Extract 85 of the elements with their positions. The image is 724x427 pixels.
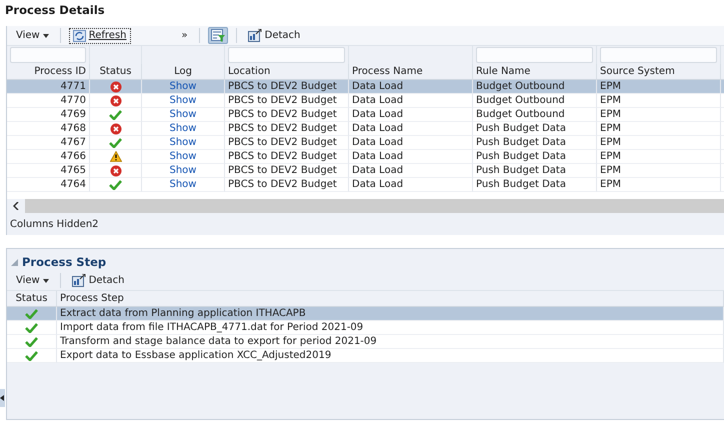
table-cell: 4765 (60, 165, 86, 176)
table-cell: Import data from file ITHACAPB_4771.dat for Period 2021-09 (60, 322, 364, 333)
column-header[interactable]: Log (142, 64, 225, 80)
triangle-left-icon (0, 395, 4, 401)
panel-title: Process Details (4, 2, 106, 19)
table-cell: Push Budget Data (476, 165, 566, 176)
table-cell: Push Budget Data (476, 151, 566, 162)
table-cell: 4766 (60, 151, 86, 162)
table-cell: Budget Outbound (476, 95, 565, 106)
filter-field[interactable] (10, 47, 86, 63)
table-cell: PBCS to DEV2 Budget (228, 95, 337, 106)
show-log-link[interactable]: Show (170, 151, 196, 162)
filter-field[interactable] (476, 47, 593, 63)
table-cell: Budget Outbound (476, 81, 565, 92)
column-header[interactable]: Rule Name (473, 64, 597, 80)
table-cell: Push Budget Data (476, 179, 566, 190)
table-cell: EPM (600, 137, 621, 148)
table-cell: EPM (600, 165, 621, 176)
filter-field[interactable] (228, 47, 345, 63)
table-cell: 4767 (60, 137, 86, 148)
column-header[interactable]: Status (7, 291, 57, 307)
detach-button[interactable]: Detach (244, 28, 304, 43)
table-cell: EPM (600, 109, 621, 120)
table-cell: EPM (600, 95, 621, 106)
table-cell: PBCS to DEV2 Budget (228, 109, 337, 120)
table-cell: Data Load (352, 137, 404, 148)
table-cell: Data Load (352, 95, 404, 106)
table-cell: Data Load (352, 109, 404, 120)
table-cell: Push Budget Data (476, 123, 566, 134)
table-cell: 4771 (60, 81, 86, 92)
table-cell: Data Load (352, 151, 404, 162)
splitter-handle[interactable] (0, 389, 5, 407)
table-cell: PBCS to DEV2 Budget (228, 81, 337, 92)
detach-icon (248, 29, 262, 42)
table-cell: EPM (600, 179, 621, 190)
table-cell: EPM (600, 151, 621, 162)
filter-icon (210, 29, 225, 42)
table-cell: Export data to Essbase application XCC_Adjusted2019 (60, 350, 332, 361)
table-cell: PBCS to DEV2 Budget (228, 137, 337, 148)
table-cell: 4768 (60, 123, 86, 134)
refresh-icon (72, 30, 86, 42)
detach-button[interactable]: Detach (68, 273, 128, 288)
column-header[interactable]: Source System (597, 64, 721, 80)
show-log-link[interactable]: Show (170, 95, 196, 106)
overflow-button[interactable]: » (178, 29, 191, 42)
scroll-left-button[interactable] (7, 199, 25, 213)
table-cell: PBCS to DEV2 Budget (228, 151, 337, 162)
table-cell: EPM (600, 81, 621, 92)
chevron-left-icon (13, 202, 19, 210)
table-cell: 4769 (60, 109, 86, 120)
view-menu[interactable]: View (13, 29, 52, 42)
collapse-icon[interactable] (11, 258, 18, 266)
refresh-button[interactable]: Refresh (68, 28, 130, 44)
dropdown-icon (42, 278, 49, 282)
show-log-link[interactable]: Show (170, 165, 196, 176)
table-cell: Push Budget Data (476, 137, 566, 148)
detach-icon (72, 274, 86, 287)
dropdown-icon (42, 34, 49, 38)
table-cell: PBCS to DEV2 Budget (228, 165, 337, 176)
table-cell: EPM (600, 123, 621, 134)
column-header[interactable]: Location (225, 64, 349, 80)
view-menu[interactable]: View (13, 274, 52, 287)
show-log-link[interactable]: Show (170, 123, 196, 134)
column-header[interactable]: Process ID (7, 64, 90, 80)
table-cell: Extract data from Planning application ITHACAPB (60, 308, 306, 319)
show-log-link[interactable]: Show (170, 109, 196, 120)
show-log-link[interactable]: Show (170, 137, 196, 148)
table-cell: PBCS to DEV2 Budget (228, 123, 337, 134)
show-log-link[interactable]: Show (170, 179, 196, 190)
table-cell: Data Load (352, 123, 404, 134)
panel-title: Process Step (22, 255, 106, 269)
column-header[interactable]: Process Name (349, 64, 473, 80)
column-header[interactable]: Status (90, 64, 142, 80)
column-header[interactable]: Process Step (57, 291, 724, 307)
filter-toggle[interactable] (208, 27, 228, 44)
table-cell: Budget Outbound (476, 109, 565, 120)
table-cell: 4770 (60, 95, 86, 106)
table-cell: Data Load (352, 179, 404, 190)
table-cell: PBCS to DEV2 Budget (228, 179, 337, 190)
columns-hidden-label: Columns Hidden2 (10, 218, 99, 230)
filter-field[interactable] (600, 47, 717, 63)
table-cell: Data Load (352, 81, 404, 92)
table-cell: 4764 (60, 179, 86, 190)
table-cell: Data Load (352, 165, 404, 176)
table-cell: Transform and stage balance data to export for period 2021-09 (60, 336, 377, 347)
